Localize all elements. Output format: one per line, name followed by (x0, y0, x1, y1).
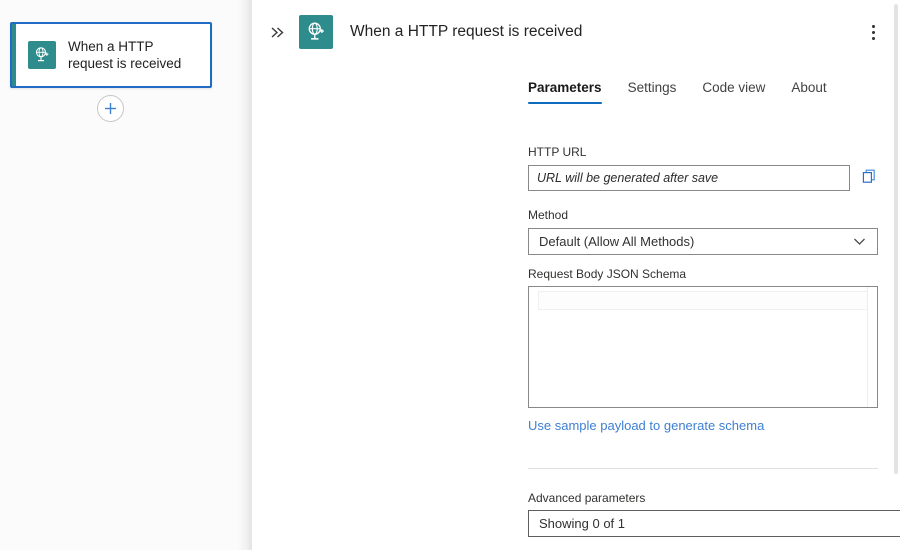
panel-header: When a HTTP request is received (252, 0, 900, 64)
panel-scrollbar[interactable] (892, 0, 900, 550)
request-body-schema-label: Request Body JSON Schema (528, 267, 880, 281)
request-body-schema-editor[interactable] (528, 286, 878, 408)
method-field-group: Method Default (Allow All Methods) (252, 191, 900, 255)
use-sample-payload-link[interactable]: Use sample payload to generate schema (528, 418, 764, 433)
method-label: Method (528, 208, 880, 222)
plus-icon (103, 101, 118, 116)
schema-editor-scrollbar[interactable] (867, 287, 877, 407)
method-selected-value: Default (Allow All Methods) (539, 234, 853, 249)
chevron-down-icon (853, 237, 867, 246)
copy-icon (861, 168, 878, 188)
http-url-field-group: HTTP URL (252, 104, 900, 191)
kebab-dot (872, 31, 875, 34)
tab-parameters[interactable]: Parameters (528, 80, 602, 104)
schema-editor-active-line (538, 291, 876, 310)
advanced-parameters-group: Advanced parameters Showing 0 of 1 Show … (252, 469, 900, 537)
more-vertical-icon[interactable] (858, 12, 888, 52)
panel-scrollbar-thumb[interactable] (894, 4, 898, 474)
add-step-button[interactable] (97, 95, 124, 122)
advanced-parameters-value: Showing 0 of 1 (539, 516, 900, 531)
workflow-node-http-trigger[interactable]: When a HTTP request is received (10, 22, 212, 88)
request-body-schema-group: Request Body JSON Schema Use sample payl… (252, 255, 900, 435)
details-panel: When a HTTP request is received Paramete… (251, 0, 900, 550)
advanced-parameters-label: Advanced parameters (528, 491, 880, 505)
double-chevron-right-icon[interactable] (266, 25, 288, 40)
http-request-trigger-icon (28, 41, 56, 69)
panel-title: When a HTTP request is received (350, 23, 582, 41)
node-accent-bar (12, 24, 16, 86)
kebab-dot (872, 25, 875, 28)
http-url-input[interactable] (528, 165, 850, 191)
http-url-row (528, 165, 880, 191)
advanced-parameters-select[interactable]: Showing 0 of 1 (528, 510, 900, 537)
sample-payload-link-row: Use sample payload to generate schema (528, 408, 880, 435)
http-request-trigger-icon (299, 15, 333, 49)
copy-url-button[interactable] (858, 166, 880, 190)
node-label: When a HTTP request is received (68, 38, 202, 72)
http-url-label: HTTP URL (528, 145, 880, 159)
advanced-parameters-row: Showing 0 of 1 Show all Clear all (528, 510, 880, 537)
kebab-dot (872, 37, 875, 40)
method-select[interactable]: Default (Allow All Methods) (528, 228, 878, 255)
workflow-canvas: When a HTTP request is received (0, 0, 251, 550)
logic-app-designer: When a HTTP request is received (0, 0, 900, 550)
panel-body: HTTP URL Method (252, 104, 900, 550)
tab-settings[interactable]: Settings (628, 80, 677, 104)
tab-about[interactable]: About (791, 80, 826, 104)
panel-tabs: Parameters Settings Code view About (252, 64, 900, 104)
tab-code-view[interactable]: Code view (702, 80, 765, 104)
